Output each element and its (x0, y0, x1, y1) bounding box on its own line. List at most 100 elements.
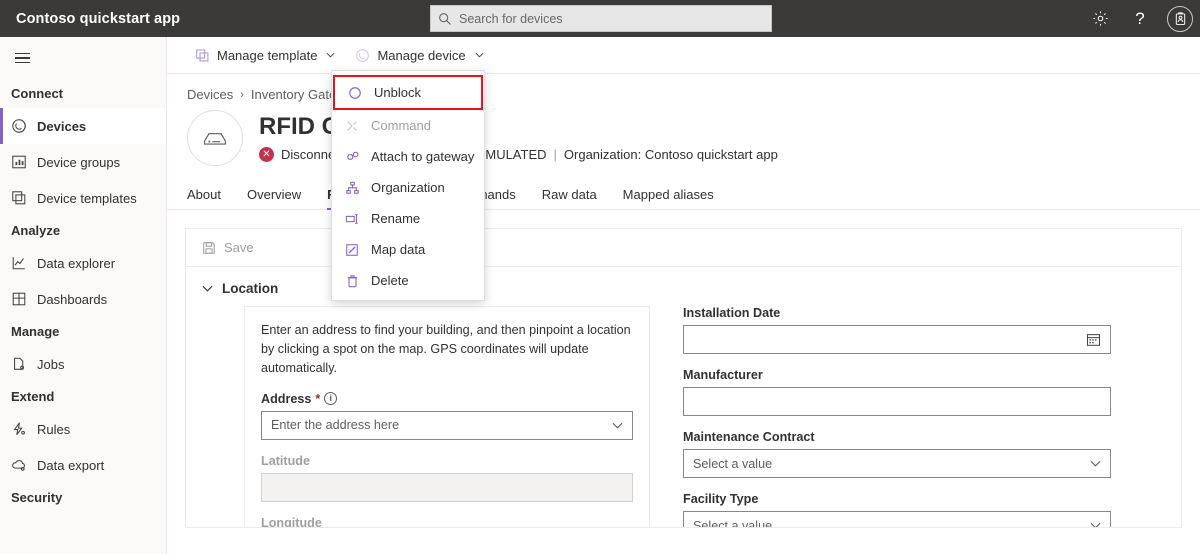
tab-overview[interactable]: Overview (234, 187, 314, 209)
address-input[interactable]: Enter the address here (261, 410, 633, 440)
save-button[interactable]: Save (202, 240, 254, 255)
sidebar-item-device-templates[interactable]: Device templates (0, 180, 166, 216)
device-groups-icon (11, 154, 37, 170)
sidebar-item-label: Device groups (37, 154, 121, 170)
chevron-down-icon (612, 422, 623, 429)
menu-item-unblock[interactable]: Unblock (335, 77, 481, 108)
rename-icon (344, 212, 360, 226)
location-panel: Enter an address to find your building, … (244, 306, 650, 528)
menu-item-label: Unblock (374, 85, 421, 100)
sidebar-item-label: Jobs (37, 356, 65, 372)
gateway-device-icon (187, 110, 243, 166)
sidebar-item-dashboards[interactable]: Dashboards (0, 281, 166, 317)
menu-item-label: Attach to gateway (371, 149, 475, 164)
jobs-icon (11, 356, 37, 372)
installation-date-label: Installation Date (683, 306, 781, 320)
tab-about[interactable]: About (187, 187, 234, 209)
meta-separator: | (553, 146, 557, 162)
tab-mapped-aliases[interactable]: Mapped aliases (610, 187, 727, 209)
data-export-icon (11, 457, 37, 473)
sidebar-item-device-groups[interactable]: Device groups (0, 144, 166, 180)
tab-raw-data[interactable]: Raw data (529, 187, 610, 209)
breadcrumb-item-devices[interactable]: Devices (187, 87, 233, 102)
form-column-left: Enter an address to find your building, … (186, 306, 651, 528)
help-question-icon[interactable]: ? (1120, 0, 1160, 37)
device-header: RFID G ✕ Disconne 7/2022, 1:08:57 PM | S… (167, 102, 1200, 166)
sidebar-item-devices[interactable]: Devices (0, 108, 166, 144)
search-icon (431, 12, 459, 26)
chevron-down-icon (326, 52, 335, 58)
devices-icon (11, 118, 37, 134)
facility-type-field-group: Facility Type Select a value (683, 492, 1111, 528)
menu-item-label: Command (371, 118, 431, 133)
chevron-down-icon (1090, 460, 1101, 467)
longitude-field-group: Longitude (261, 515, 633, 528)
location-help-text: Enter an address to find your building, … (261, 323, 631, 375)
address-placeholder: Enter the address here (271, 418, 400, 433)
manage-device-button[interactable]: Manage device (345, 40, 493, 70)
dashboards-icon (11, 291, 37, 307)
address-field-group: Address * i Enter the address here (261, 392, 633, 440)
menu-item-label: Delete (371, 273, 409, 288)
avatar (1167, 5, 1193, 32)
sidebar-item-label: Devices (37, 118, 87, 134)
unblock-circle-icon (347, 86, 363, 100)
menu-item-rename[interactable]: Rename (332, 203, 484, 234)
manage-template-button[interactable]: Manage template (185, 40, 345, 70)
info-circle-icon[interactable]: i (324, 392, 338, 406)
facility-type-label: Facility Type (683, 492, 759, 506)
installation-date-field-group: Installation Date (683, 306, 1111, 354)
menu-item-label: Map data (371, 242, 426, 257)
maintenance-contract-select[interactable]: Select a value (683, 449, 1111, 478)
latitude-input (261, 472, 633, 502)
menu-item-map-data[interactable]: Map data (332, 234, 484, 265)
app-title: Contoso quickstart app (16, 10, 181, 27)
search-input[interactable] (459, 6, 771, 31)
organization-icon (344, 181, 360, 195)
device-templates-icon (11, 190, 37, 206)
error-x-icon: ✕ (259, 146, 274, 162)
menu-item-organization[interactable]: Organization (332, 172, 484, 203)
chevron-down-icon (1090, 522, 1101, 527)
address-label-text: Address (261, 391, 312, 406)
maintenance-contract-label: Maintenance Contract (683, 430, 815, 444)
menu-item-attach-to-gateway[interactable]: Attach to gateway (332, 141, 484, 172)
save-disk-icon (202, 241, 216, 255)
sidebar-item-label: Data export (37, 457, 105, 473)
address-label: Address * i (261, 392, 633, 406)
menu-item-label: Organization (371, 180, 445, 195)
latitude-field-group: Latitude (261, 454, 633, 502)
account-badge-icon[interactable] (1160, 0, 1200, 37)
sidebar-group-manage: Manage (11, 324, 60, 339)
manufacturer-input[interactable] (683, 387, 1111, 416)
search-box[interactable] (430, 5, 772, 32)
data-explorer-icon (11, 255, 37, 271)
sidebar-item-rules[interactable]: Rules (0, 411, 166, 447)
breadcrumb-separator-icon: › (240, 88, 244, 101)
sidebar-group-security: Security (11, 490, 63, 505)
calendar-icon[interactable] (1086, 332, 1101, 347)
facility-type-placeholder: Select a value (693, 518, 773, 528)
menu-item-delete[interactable]: Delete (332, 265, 484, 296)
manage-device-dropdown-menu: Unblock Command Attach to gateway Organi… (331, 70, 485, 301)
main-content: Manage template Manage device Devices › … (167, 37, 1200, 554)
sidebar-item-data-export[interactable]: Data export (0, 447, 166, 483)
map-data-icon (344, 243, 360, 257)
status-badge: Disconne (281, 146, 336, 162)
sidebar-item-label: Device templates (37, 190, 137, 206)
sidebar-item-label: Rules (37, 421, 71, 437)
manage-device-label: Manage device (377, 47, 466, 63)
gear-icon[interactable] (1080, 0, 1120, 37)
menu-item-command: Command (332, 110, 484, 141)
facility-type-select[interactable]: Select a value (683, 511, 1111, 528)
sidebar-item-jobs[interactable]: Jobs (0, 346, 166, 382)
manage-template-icon (195, 48, 210, 63)
attach-gateway-icon (344, 150, 360, 164)
longitude-label: Longitude (261, 515, 322, 528)
installation-date-input[interactable] (683, 325, 1111, 354)
sidebar-item-label: Dashboards (37, 291, 108, 307)
latitude-label: Latitude (261, 453, 310, 468)
rules-icon (11, 421, 37, 437)
hamburger-icon[interactable] (0, 37, 44, 79)
sidebar-item-data-explorer[interactable]: Data explorer (0, 245, 166, 281)
